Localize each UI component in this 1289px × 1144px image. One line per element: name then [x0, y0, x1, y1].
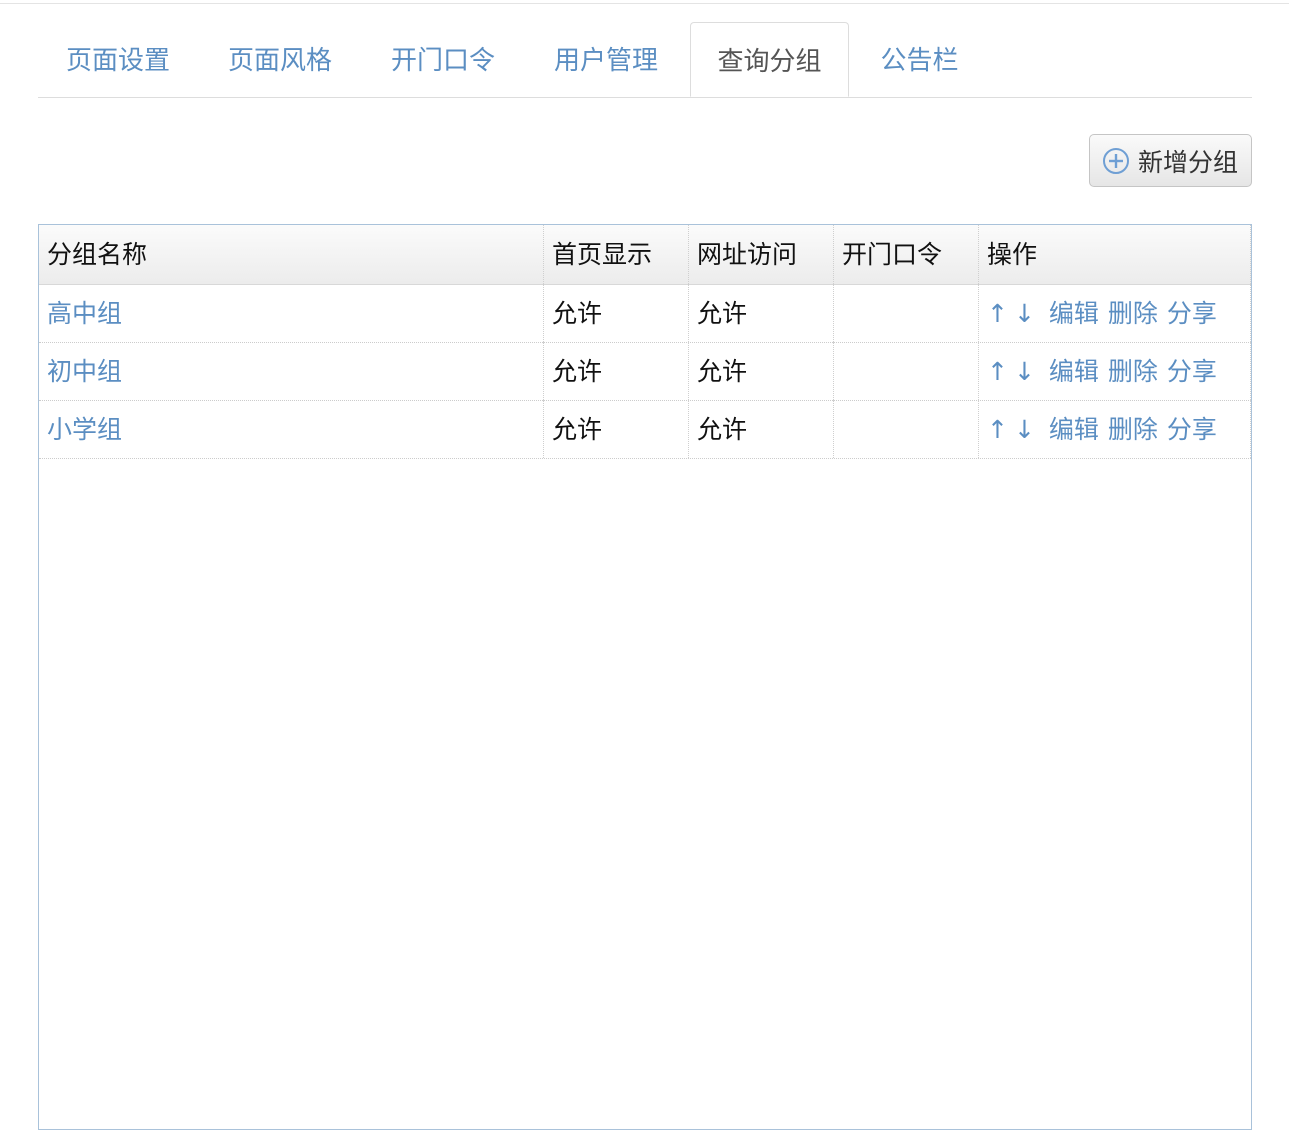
- edit-link[interactable]: 编辑: [1049, 357, 1099, 386]
- tab-user-management[interactable]: 用户管理: [526, 22, 686, 97]
- column-header-door-password[interactable]: 开门口令: [834, 225, 979, 284]
- add-group-label: 新增分组: [1138, 147, 1239, 177]
- share-link[interactable]: 分享: [1167, 299, 1217, 328]
- tab-bulletin-board[interactable]: 公告栏: [852, 22, 987, 97]
- move-up-arrow-icon[interactable]: ↑: [987, 299, 1008, 328]
- move-down-arrow-icon[interactable]: ↓: [1014, 357, 1035, 386]
- add-group-button[interactable]: 新增分组: [1089, 134, 1252, 187]
- groups-table: 分组名称 首页显示 网址访问 开门口令 操作 高中组 允许 允许 ↑ ↓ 编辑 删除…: [38, 224, 1252, 1130]
- table-row: 小学组 允许 允许 ↑ ↓ 编辑 删除 分享: [39, 400, 1251, 459]
- move-up-arrow-icon[interactable]: ↑: [987, 415, 1008, 444]
- group-name-link[interactable]: 初中组: [39, 342, 544, 400]
- group-name-link[interactable]: 小学组: [39, 400, 544, 458]
- column-header-url-access[interactable]: 网址访问: [689, 225, 834, 284]
- row-actions: ↑ ↓ 编辑 删除 分享: [979, 342, 1251, 400]
- homepage-display-value: 允许: [544, 400, 689, 458]
- tab-page-style[interactable]: 页面风格: [200, 22, 360, 97]
- table-header: 分组名称 首页显示 网址访问 开门口令 操作: [39, 225, 1251, 285]
- delete-link[interactable]: 删除: [1108, 299, 1158, 328]
- move-down-arrow-icon[interactable]: ↓: [1014, 299, 1035, 328]
- delete-link[interactable]: 删除: [1108, 415, 1158, 444]
- url-access-value: 允许: [689, 284, 834, 342]
- tab-door-password[interactable]: 开门口令: [363, 22, 523, 97]
- url-access-value: 允许: [689, 400, 834, 458]
- door-password-value: [834, 342, 979, 400]
- column-header-actions: 操作: [979, 225, 1251, 284]
- row-actions: ↑ ↓ 编辑 删除 分享: [979, 400, 1251, 458]
- share-link[interactable]: 分享: [1167, 357, 1217, 386]
- plus-circle-icon: [1103, 147, 1129, 174]
- share-link[interactable]: 分享: [1167, 415, 1217, 444]
- delete-link[interactable]: 删除: [1108, 357, 1158, 386]
- move-down-arrow-icon[interactable]: ↓: [1014, 415, 1035, 444]
- edit-link[interactable]: 编辑: [1049, 415, 1099, 444]
- url-access-value: 允许: [689, 342, 834, 400]
- tab-page-settings[interactable]: 页面设置: [38, 22, 198, 97]
- table-row: 高中组 允许 允许 ↑ ↓ 编辑 删除 分享: [39, 284, 1251, 343]
- door-password-value: [834, 284, 979, 342]
- edit-link[interactable]: 编辑: [1049, 299, 1099, 328]
- door-password-value: [834, 400, 979, 458]
- top-divider: [0, 3, 1289, 4]
- table-row: 初中组 允许 允许 ↑ ↓ 编辑 删除 分享: [39, 342, 1251, 401]
- column-header-group-name[interactable]: 分组名称: [39, 225, 544, 284]
- homepage-display-value: 允许: [544, 284, 689, 342]
- group-name-link[interactable]: 高中组: [39, 284, 544, 342]
- tab-query-groups[interactable]: 查询分组: [690, 22, 849, 97]
- move-up-arrow-icon[interactable]: ↑: [987, 357, 1008, 386]
- homepage-display-value: 允许: [544, 342, 689, 400]
- row-actions: ↑ ↓ 编辑 删除 分享: [979, 284, 1251, 342]
- tab-bar: 页面设置 页面风格 开门口令 用户管理 查询分组 公告栏: [38, 22, 1252, 98]
- column-header-homepage-display[interactable]: 首页显示: [544, 225, 689, 284]
